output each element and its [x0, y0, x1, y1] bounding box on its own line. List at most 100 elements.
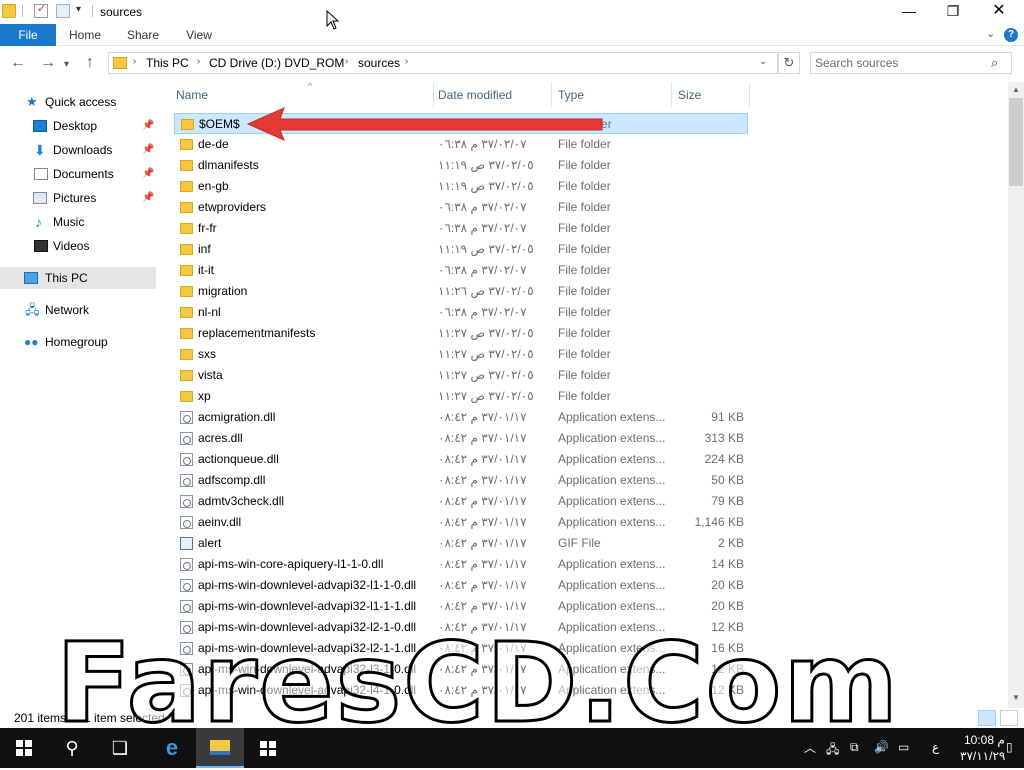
expand-ribbon-icon[interactable]: ⌄ [986, 27, 995, 40]
file-row[interactable]: etwproviders ٣٧/٠٢/٠٧ م ٠٦:٣٨ File folder [174, 197, 748, 218]
input-language-indicator[interactable]: ع [932, 740, 939, 754]
file-row[interactable]: inf ٣٧/٠٢/٠٥ ص ١١:١٩ File folder [174, 239, 748, 260]
scroll-up-arrow-icon[interactable]: ▲ [1008, 82, 1024, 98]
search-box[interactable]: ⌕ [810, 52, 1012, 74]
edge-browser-icon[interactable]: e [148, 728, 196, 768]
chevron-right-icon[interactable]: › [405, 56, 408, 67]
chevron-right-icon[interactable]: › [345, 56, 348, 67]
file-row[interactable]: acres.dll ٣٧/٠١/١٧ م ٠٨:٤٢ Application ext… [174, 428, 748, 449]
breadcrumb-this-pc[interactable]: This PC [146, 56, 189, 70]
sidebar-item-network[interactable]: 🖧 Network [0, 299, 156, 321]
file-type: File folder [558, 158, 611, 172]
chevron-down-icon[interactable]: ⌄ [759, 56, 767, 67]
sidebar-item-homegroup[interactable]: ●● Homegroup [0, 331, 156, 353]
details-view-icon[interactable] [978, 710, 996, 726]
up-arrow-icon[interactable]: ↑ [86, 54, 94, 72]
file-row[interactable]: migration ٣٧/٠٢/٠٥ ص ١١:٢٦ File folder [174, 281, 748, 302]
recent-locations-dropdown-icon[interactable]: ▾ [64, 59, 69, 70]
search-input[interactable] [815, 55, 985, 71]
file-row[interactable]: en-gb ٣٧/٠٢/٠٥ ص ١١:١٩ File folder [174, 176, 748, 197]
file-row[interactable]: fr-fr ٣٧/٠٢/٠٧ م ٠٦:٣٨ File folder [174, 218, 748, 239]
new-folder-icon[interactable] [56, 4, 70, 18]
tab-view[interactable]: View [174, 24, 224, 46]
close-button[interactable]: ✕ [976, 0, 1022, 24]
file-name: etwproviders [198, 200, 267, 214]
file-row[interactable]: dlmanifests ٣٧/٠٢/٠٥ ص ١١:١٩ File folder [174, 155, 748, 176]
clock-time[interactable]: م 10:08 [964, 733, 1005, 747]
refresh-button[interactable]: ↻ [778, 52, 800, 74]
sidebar-item-label: Documents [53, 167, 114, 181]
clock-date[interactable]: ٣٧/١١/٢٩ [960, 749, 1005, 763]
file-row[interactable]: nl-nl ٣٧/٠٢/٠٧ م ٠٦:٣٨ File folder [174, 302, 748, 323]
customize-quick-access-dropdown-icon[interactable]: ▾ [76, 4, 81, 15]
file-row[interactable]: api-ms-win-downlevel-advapi32-l1-1-0.dll… [174, 575, 748, 596]
desktop-icon [33, 120, 47, 132]
maximize-button[interactable]: ❐ [930, 0, 976, 24]
sidebar-item-desktop[interactable]: Desktop 📌 [0, 115, 156, 137]
pin-icon[interactable]: 📌 [142, 187, 154, 209]
ethernet-icon[interactable]: ⧉ [850, 740, 859, 755]
chevron-right-icon[interactable]: › [197, 56, 200, 67]
file-row[interactable]: acmigration.dll ٣٧/٠١/١٧ م ٠٨:٤٢ Applicati… [174, 407, 748, 428]
file-row[interactable]: actionqueue.dll ٣٧/٠١/١٧ م ٠٨:٤٢ Applicati… [174, 449, 748, 470]
file-date-modified: ٣٧/٠٢/٠٧ م ٠٦:٣٨ [438, 221, 527, 235]
folder-icon [180, 202, 193, 213]
pin-icon[interactable]: 📌 [142, 139, 154, 161]
sidebar-item-music[interactable]: ♪ Music [0, 211, 156, 233]
forward-arrow-icon[interactable]: → [40, 54, 56, 72]
file-row[interactable]: vista ٣٧/٠٢/٠٥ ص ١١:٢٧ File folder [174, 365, 748, 386]
sidebar-item-this-pc[interactable]: This PC [0, 267, 156, 289]
address-bar[interactable]: › This PC › CD Drive (D:) DVD_ROM › sour… [108, 52, 778, 74]
sidebar-item-documents[interactable]: Documents 📌 [0, 163, 156, 185]
action-center-icon[interactable]: ▯ [1006, 740, 1013, 754]
file-row[interactable]: aeinv.dll ٣٧/٠١/١٧ م ٠٨:٤٢ Application ext… [174, 512, 748, 533]
properties-icon[interactable] [34, 2, 48, 18]
file-type: Application extens... [558, 494, 666, 508]
tab-share[interactable]: Share [114, 24, 172, 46]
file-row[interactable]: sxs ٣٧/٠٢/٠٥ ص ١١:٢٧ File folder [174, 344, 748, 365]
large-icons-view-icon[interactable] [1000, 710, 1018, 726]
minimize-button[interactable]: — [886, 0, 932, 24]
file-row[interactable]: replacementmanifests ٣٧/٠٢/٠٥ ص ١١:٢٧ File… [174, 323, 748, 344]
store-icon[interactable] [244, 728, 292, 768]
chevron-up-icon[interactable]: ︿ [804, 739, 816, 756]
file-row[interactable]: api-ms-win-downlevel-advapi32-l1-1-1.dll… [174, 596, 748, 617]
task-view-icon[interactable]: ❏ [96, 728, 144, 768]
file-row[interactable]: alert ٣٧/٠١/١٧ م ٠٨:٤٢ GIF File 2 KB [174, 533, 748, 554]
videos-icon [34, 240, 48, 252]
file-row[interactable]: admtv3check.dll ٣٧/٠١/١٧ م ٠٨:٤٢ Applicati… [174, 491, 748, 512]
file-type: Application extens... [558, 599, 666, 613]
start-button[interactable] [0, 728, 48, 768]
tab-home[interactable]: Home [58, 24, 112, 46]
search-icon[interactable]: ⌕ [991, 55, 998, 71]
network-status-icon[interactable]: 🖧 [826, 740, 839, 761]
file-row[interactable]: adfscomp.dll ٣٧/٠١/١٧ م ٠٨:٤٢ Application … [174, 470, 748, 491]
file-row[interactable]: api-ms-win-core-apiquery-l1-1-0.dll ٣٧/٠١… [174, 554, 748, 575]
file-name: replacementmanifests [198, 326, 316, 340]
file-explorer-icon[interactable] [196, 728, 244, 768]
sidebar-item-label: Downloads [53, 143, 113, 157]
chevron-right-icon[interactable]: › [133, 56, 136, 67]
message-icon[interactable]: ▭ [898, 740, 909, 754]
volume-icon[interactable]: 🔊 [874, 740, 889, 754]
scroll-down-arrow-icon[interactable]: ▼ [1008, 690, 1024, 706]
help-icon[interactable]: ? [1004, 28, 1018, 42]
pin-icon[interactable]: 📌 [142, 115, 154, 137]
sidebar-item-videos[interactable]: Videos [0, 235, 156, 257]
back-arrow-icon[interactable]: ← [10, 54, 26, 72]
file-row[interactable]: it-it ٣٧/٠٢/٠٧ م ٠٦:٣٨ File folder [174, 260, 748, 281]
scroll-thumb[interactable] [1009, 98, 1023, 186]
tab-file[interactable]: File [0, 24, 56, 46]
vertical-scrollbar[interactable]: ▲ ▼ [1008, 82, 1024, 708]
sidebar-item-downloads[interactable]: ⬇ Downloads 📌 [0, 139, 156, 161]
column-header-size[interactable]: Size [672, 82, 750, 108]
search-icon[interactable]: ⚲ [48, 728, 96, 768]
sidebar-item-label: Desktop [53, 119, 98, 133]
breadcrumb-sources[interactable]: sources [358, 56, 400, 70]
sidebar-item-quick-access[interactable]: ★ Quick access [0, 91, 156, 113]
pin-icon[interactable]: 📌 [142, 163, 154, 185]
sidebar-item-pictures[interactable]: Pictures 📌 [0, 187, 156, 209]
file-row[interactable]: xp ٣٧/٠٢/٠٥ ص ١١:٢٧ File folder [174, 386, 748, 407]
breadcrumb-cd-drive[interactable]: CD Drive (D:) DVD_ROM [209, 56, 344, 70]
file-date-modified: ٣٧/٠٢/٠٧ م ٠٦:٣٨ [438, 200, 527, 214]
